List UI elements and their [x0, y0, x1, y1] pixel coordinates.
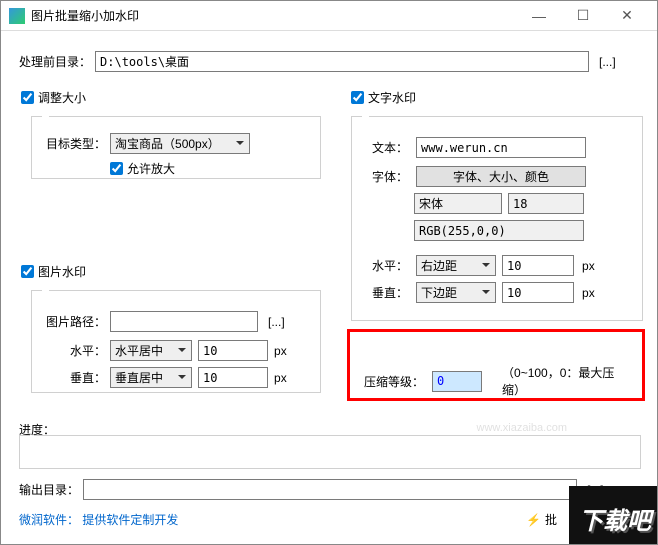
batch-label[interactable]: 批	[545, 511, 557, 528]
compression-hint: （0~100，0：最大压缩）	[502, 364, 630, 398]
img-wm-check-label: 图片水印	[38, 263, 86, 280]
output-dir-label: 输出目录：	[19, 481, 79, 498]
target-type-label: 目标类型：	[46, 135, 106, 152]
img-wm-group: 图片路径： [...] 水平： 水平居中 px 垂直： 垂直居中 px	[31, 283, 321, 393]
maximize-button[interactable]: ☐	[561, 1, 605, 31]
img-path-label: 图片路径：	[46, 313, 106, 330]
font-name-display: 宋体	[414, 193, 502, 214]
allow-enlarge-label: 允许放大	[127, 160, 175, 177]
titlebar: 图片批量缩小加水印 — ☐ ✕	[1, 1, 657, 31]
font-color-display: RGB(255,0,0)	[414, 220, 584, 241]
footer: 微润软件： 提供软件定制开发	[19, 511, 178, 528]
progress-box	[19, 435, 641, 469]
compression-input[interactable]	[432, 371, 482, 392]
txtwm-h-px: px	[582, 259, 595, 273]
lightning-icon: ⚡	[526, 513, 541, 527]
app-icon	[9, 8, 25, 24]
close-button[interactable]: ✕	[605, 1, 649, 31]
img-wm-checkbox[interactable]: 图片水印	[21, 263, 86, 280]
resize-legend	[42, 109, 49, 123]
img-wm-check-input[interactable]	[21, 265, 34, 278]
site-watermark: www.xiazaiba.com	[477, 422, 567, 434]
txtwm-v-offset[interactable]	[502, 282, 574, 303]
compression-group: 压缩等级： （0~100，0：最大压缩）	[351, 333, 641, 397]
txtwm-h-label: 水平：	[372, 257, 408, 274]
imgwm-h-label: 水平：	[70, 342, 106, 359]
window-body: 处理前目录： [...] 调整大小 目标类型： 淘宝商品（500px） 允许放大	[1, 31, 657, 544]
imgwm-h-px: px	[274, 344, 287, 358]
imgwm-h-offset[interactable]	[198, 340, 268, 361]
window: 图片批量缩小加水印 — ☐ ✕ 处理前目录： [...] 调整大小 目标类型： …	[0, 0, 658, 545]
resize-group: 目标类型： 淘宝商品（500px） 允许放大	[31, 109, 321, 179]
txt-wm-legend	[362, 109, 369, 123]
footer-link[interactable]: 提供软件定制开发	[82, 513, 178, 527]
txt-input[interactable]	[416, 137, 586, 158]
resize-checkbox[interactable]: 调整大小	[21, 89, 86, 106]
txtwm-h-offset[interactable]	[502, 255, 574, 276]
output-dir-input[interactable]	[83, 479, 577, 500]
imgwm-v-px: px	[274, 371, 287, 385]
output-dir-row: 输出目录： [...]	[19, 479, 639, 500]
minimize-button[interactable]: —	[517, 1, 561, 31]
txt-wm-group: 文本： 字体： 字体、大小、颜色 宋体 18 RGB(255,0,0) 水平： …	[351, 109, 643, 321]
logo-overlay: 下载吧	[569, 486, 658, 545]
txt-wm-check-input[interactable]	[351, 91, 364, 104]
txtwm-v-px: px	[582, 286, 595, 300]
txtwm-v-select[interactable]: 下边距	[416, 282, 496, 303]
img-wm-legend	[42, 283, 49, 297]
img-path-input[interactable]	[110, 311, 258, 332]
txt-wm-check-label: 文字水印	[368, 89, 416, 106]
source-dir-browse[interactable]: [...]	[599, 55, 616, 69]
allow-enlarge-checkbox[interactable]: 允许放大	[110, 160, 310, 177]
img-path-browse[interactable]: [...]	[268, 315, 285, 329]
window-title: 图片批量缩小加水印	[31, 7, 517, 24]
imgwm-v-select[interactable]: 垂直居中	[110, 367, 192, 388]
compression-label: 压缩等级：	[364, 373, 424, 390]
footer-brand[interactable]: 微润软件：	[19, 513, 79, 527]
source-dir-row: 处理前目录： [...]	[19, 51, 639, 72]
font-label: 字体：	[372, 168, 408, 185]
font-button[interactable]: 字体、大小、颜色	[416, 166, 586, 187]
batch-button-area: ⚡ 批	[526, 511, 557, 528]
imgwm-v-offset[interactable]	[198, 367, 268, 388]
resize-check-label: 调整大小	[38, 89, 86, 106]
target-type-select[interactable]: 淘宝商品（500px）	[110, 133, 250, 154]
txtwm-h-select[interactable]: 右边距	[416, 255, 496, 276]
imgwm-v-label: 垂直：	[70, 369, 106, 386]
resize-check-input[interactable]	[21, 91, 34, 104]
source-dir-label: 处理前目录：	[19, 53, 91, 70]
allow-enlarge-input[interactable]	[110, 162, 123, 175]
source-dir-input[interactable]	[95, 51, 589, 72]
txtwm-v-label: 垂直：	[372, 284, 408, 301]
txt-label: 文本：	[372, 139, 408, 156]
txt-wm-checkbox[interactable]: 文字水印	[351, 89, 416, 106]
imgwm-h-select[interactable]: 水平居中	[110, 340, 192, 361]
font-size-display: 18	[508, 193, 584, 214]
